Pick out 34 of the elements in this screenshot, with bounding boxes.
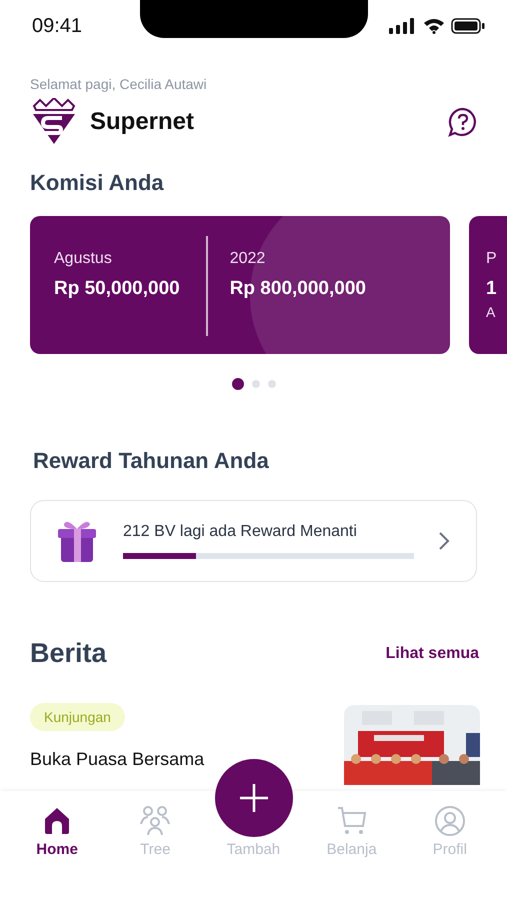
nav-tab[interactable]: Home (12, 805, 102, 858)
commission-amount: Rp 50,000,000 (54, 278, 180, 300)
logo-icon (30, 98, 78, 146)
help-icon[interactable] (447, 106, 479, 138)
profile-icon (434, 805, 466, 837)
commission-card[interactable]: Agustus Rp 50,000,000 2022 Rp 800,000,000 (30, 216, 450, 354)
see-all-link[interactable]: Lihat semua (386, 644, 479, 662)
page-dot[interactable] (252, 380, 260, 388)
commission-amount: 1 (486, 278, 497, 300)
wifi-icon (423, 18, 445, 34)
chevron-right-icon (438, 531, 450, 551)
status-time: 09:41 (32, 14, 82, 38)
section-title: Komisi Anda (30, 170, 165, 196)
section-title: Berita (30, 638, 107, 669)
commission-card[interactable]: P 1 A (469, 216, 507, 354)
plus-icon (238, 782, 270, 814)
page-dot[interactable] (232, 378, 244, 390)
people-icon (139, 805, 172, 837)
reward-text: 212 BV lagi ada Reward Menanti (123, 523, 358, 541)
signal-icon (389, 18, 417, 34)
commission-period: P (486, 250, 497, 268)
page-dot[interactable] (268, 380, 276, 388)
greeting-text: Selamat pagi, Cecilia Autawi (30, 76, 208, 92)
commission-amount: Rp 800,000,000 (230, 278, 366, 300)
news-title[interactable]: Buka Puasa Bersama (30, 749, 204, 770)
commission-period: Agustus (54, 250, 113, 268)
commission-period: 2022 (230, 250, 266, 268)
battery-icon (451, 18, 485, 34)
commission-note: A (486, 304, 496, 320)
cart-icon (336, 805, 368, 837)
section-title: Reward Tahunan Anda (33, 448, 270, 474)
news-tag: Kunjungan (30, 703, 125, 731)
reward-card[interactable]: 212 BV lagi ada Reward Menanti (30, 500, 477, 582)
brand-name: Supernet (90, 108, 194, 136)
